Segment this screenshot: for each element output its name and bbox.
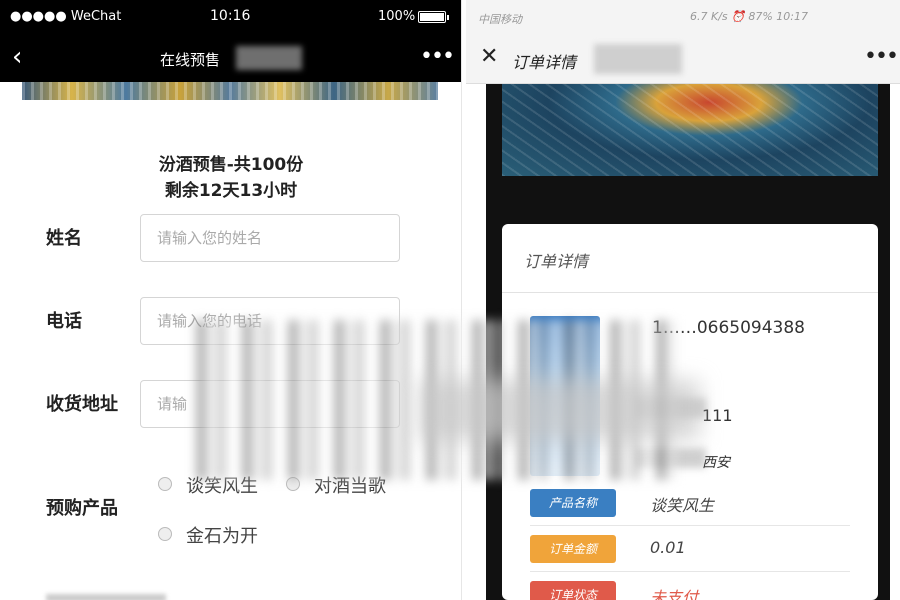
left-phone: ●●●●● WeChat 10:16 100% ‹ 在线预售 ••• 汾酒预售-… bbox=[0, 0, 462, 600]
redacted-title bbox=[236, 46, 302, 70]
value-order-status: 未支付 bbox=[650, 588, 699, 600]
status-bar: 中国移动 6.7 K/s ⏰ 87% 10:17 bbox=[466, 0, 900, 34]
value-order-amount: 0.01 bbox=[650, 538, 686, 557]
divider bbox=[502, 292, 878, 293]
value-product-name: 谈笑风生 bbox=[650, 496, 715, 515]
carrier-text: ●●●●● WeChat bbox=[10, 9, 122, 24]
right-phone: 中国移动 6.7 K/s ⏰ 87% 10:17 ✕ 订单详情 ••• 订单详情… bbox=[466, 0, 900, 600]
banner-image bbox=[502, 84, 878, 176]
tag-product-name: 产品名称 bbox=[530, 489, 616, 517]
redaction-overlay bbox=[420, 380, 700, 440]
page-title: 订单详情 bbox=[512, 53, 577, 72]
more-icon[interactable]: ••• bbox=[864, 44, 899, 69]
nav-bar: ✕ 订单详情 ••• bbox=[466, 34, 900, 84]
row-status: 订单状态 未支付 bbox=[530, 574, 850, 600]
radio-icon bbox=[158, 477, 172, 491]
banner-image bbox=[22, 82, 438, 100]
carrier-text: 中国移动 bbox=[478, 13, 522, 26]
presale-title: 汾酒预售-共100份 bbox=[158, 155, 304, 175]
back-icon[interactable]: ‹ bbox=[12, 42, 22, 72]
value-row-3: 西安 bbox=[702, 455, 730, 471]
clock: 10:16 bbox=[210, 8, 251, 24]
card-title: 订单详情 bbox=[524, 252, 589, 271]
row-amount: 订单金额 0.01 bbox=[530, 528, 850, 572]
cut-off-content bbox=[46, 594, 166, 600]
battery-percent: 100% bbox=[378, 9, 416, 24]
radio-icon bbox=[158, 527, 172, 541]
value-row-2: 111 bbox=[702, 406, 733, 425]
status-icons: 6.7 K/s ⏰ 87% 10:17 bbox=[690, 10, 808, 23]
redacted-title bbox=[594, 44, 682, 74]
tag-order-status: 订单状态 bbox=[530, 581, 616, 600]
tag-order-amount: 订单金额 bbox=[530, 535, 616, 563]
name-input[interactable] bbox=[140, 214, 400, 262]
radio-option-label: 金石为开 bbox=[186, 526, 258, 547]
nav-bar: ‹ 在线预售 ••• bbox=[0, 34, 461, 82]
row-product: 产品名称 谈笑风生 bbox=[530, 482, 850, 526]
address-label: 收货地址 bbox=[46, 394, 118, 415]
battery-icon bbox=[418, 11, 449, 23]
product-label: 预购产品 bbox=[46, 498, 118, 519]
status-bar: ●●●●● WeChat 10:16 100% bbox=[0, 0, 461, 34]
radio-option-3[interactable]: 金石为开 bbox=[158, 522, 258, 548]
more-icon[interactable]: ••• bbox=[420, 44, 455, 69]
phone-label: 电话 bbox=[46, 311, 82, 332]
name-label: 姓名 bbox=[46, 228, 82, 249]
close-icon[interactable]: ✕ bbox=[480, 44, 498, 69]
page-title: 在线预售 bbox=[160, 51, 221, 69]
presale-countdown: 剩余12天13小时 bbox=[164, 181, 298, 201]
